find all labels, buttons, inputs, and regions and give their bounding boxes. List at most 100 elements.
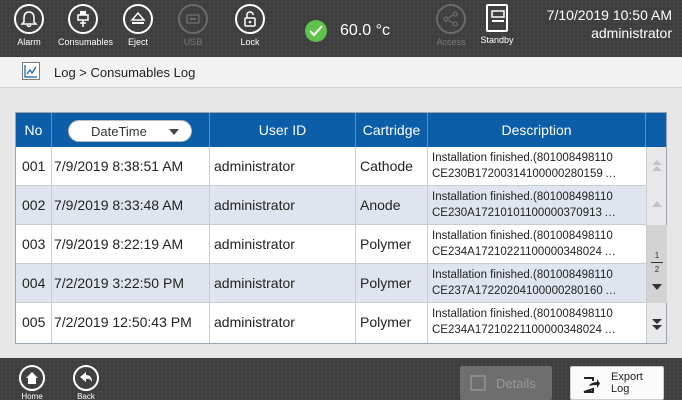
column-header-datetime: DateTime [52, 113, 210, 147]
log-chart-icon [22, 62, 40, 80]
row-description: Installation finished.(801008498110 CE23… [432, 189, 644, 223]
eject-icon [123, 4, 153, 34]
row-cartridge: Polymer [360, 236, 412, 252]
share-icon [436, 4, 466, 34]
scroll-to-top-button[interactable] [647, 147, 667, 186]
scroll-down-button[interactable] [647, 284, 667, 343]
back-label: Back [77, 392, 95, 400]
column-header-no[interactable]: No [16, 113, 52, 147]
export-label-line-2: Log [611, 383, 630, 395]
usb-label: USB [183, 37, 203, 47]
column-divider [355, 147, 356, 343]
details-button[interactable]: Details [460, 366, 552, 400]
page-total: 2 [654, 265, 660, 274]
description-line-2: CE234A17210221100000348024 … [432, 246, 616, 258]
datetime-sort-dropdown[interactable]: DateTime [68, 120, 192, 142]
table-header: No DateTime User ID Cartridge Descriptio… [16, 113, 666, 147]
description-line-1: Installation finished.(801008498110 [432, 230, 613, 242]
table-row[interactable]: 004 7/2/2019 3:22:50 PM administrator Po… [16, 264, 646, 303]
row-description: Installation finished.(801008498110 CE23… [432, 306, 644, 340]
bottom-toolbar: Home Back Details Export Log [0, 358, 682, 400]
row-description: Installation finished.(801008498110 CE23… [432, 150, 644, 184]
export-log-button[interactable]: Export Log [570, 366, 664, 400]
back-arrow-icon [73, 365, 99, 391]
row-user: administrator [214, 236, 295, 252]
bell-icon [14, 4, 44, 34]
row-datetime: 7/9/2019 8:33:48 AM [54, 197, 184, 213]
row-cartridge: Cathode [360, 158, 413, 174]
row-datetime: 7/9/2019 8:22:19 AM [54, 236, 184, 252]
row-user: administrator [214, 314, 295, 330]
scroll-up-button[interactable] [647, 186, 667, 225]
standby-label: Standby [480, 35, 514, 45]
double-chevron-down-icon [652, 319, 662, 330]
home-label: Home [21, 392, 43, 400]
row-user: administrator [214, 197, 295, 213]
table-row[interactable]: 003 7/9/2019 8:22:19 AM administrator Po… [16, 225, 646, 264]
row-datetime: 7/2/2019 12:50:43 PM [54, 314, 192, 330]
temperature-readout: 60.0 °c [340, 22, 390, 39]
row-cartridge: Anode [360, 197, 401, 213]
row-description: Installation finished.(801008498110 CE23… [432, 267, 644, 301]
alarm-button[interactable]: Alarm [4, 4, 54, 54]
row-description: Installation finished.(801008498110 CE23… [432, 228, 644, 262]
lock-label: Lock [240, 37, 260, 47]
row-cartridge: Polymer [360, 275, 412, 291]
column-divider [51, 147, 52, 343]
chevron-down-icon [169, 129, 179, 135]
row-no: 004 [22, 275, 46, 291]
back-button[interactable]: Back [68, 365, 104, 400]
column-divider [209, 147, 210, 343]
chevron-up-icon [652, 201, 662, 207]
row-user: administrator [214, 275, 295, 291]
usb-icon [178, 4, 208, 34]
row-cartridge: Polymer [360, 314, 412, 330]
column-header-user-id[interactable]: User ID [210, 113, 356, 147]
description-line-1: Installation finished.(801008498110 [432, 308, 613, 320]
description-line-1: Installation finished.(801008498110 [432, 191, 613, 203]
access-button[interactable]: Access [426, 4, 476, 54]
description-line-2: CE234A17210221100000348024 … [432, 324, 616, 336]
table-row[interactable]: 001 7/9/2019 8:38:51 AM administrator Ca… [16, 147, 646, 186]
breadcrumb-bar: Log > Consumables Log [0, 57, 682, 88]
row-datetime: 7/9/2019 8:38:51 AM [54, 158, 184, 174]
lock-icon [235, 4, 265, 34]
export-label: Export Log [611, 371, 643, 395]
consumables-icon [68, 4, 98, 34]
row-datetime: 7/2/2019 3:22:50 PM [54, 275, 184, 291]
standby-button[interactable]: Standby [472, 4, 522, 54]
details-icon [470, 375, 486, 391]
current-user: administrator [591, 25, 672, 41]
alarm-label: Alarm [17, 37, 41, 47]
consumables-label: Consumables [58, 37, 114, 47]
table-row[interactable]: 005 7/2/2019 12:50:43 PM administrator P… [16, 303, 646, 342]
chevron-down-icon [652, 284, 662, 290]
column-header-scroll [646, 113, 666, 147]
access-label: Access [436, 37, 466, 47]
export-label-line-1: Export [611, 371, 643, 383]
description-line-1: Installation finished.(801008498110 [432, 269, 613, 281]
usb-button[interactable]: USB [168, 4, 218, 54]
consumables-button[interactable]: Consumables [58, 4, 114, 54]
status-ok-icon [305, 20, 327, 42]
standby-icon [486, 4, 508, 32]
consumables-log-table: No DateTime User ID Cartridge Descriptio… [15, 112, 667, 344]
page-fraction-bar [651, 262, 663, 263]
column-header-cartridge[interactable]: Cartridge [356, 113, 428, 147]
row-no: 001 [22, 158, 46, 174]
details-label: Details [496, 376, 536, 391]
table-row[interactable]: 002 7/9/2019 8:33:48 AM administrator An… [16, 186, 646, 225]
page-current: 1 [654, 251, 660, 260]
home-button[interactable]: Home [14, 365, 50, 400]
breadcrumb: Log > Consumables Log [54, 65, 196, 80]
row-no: 005 [22, 314, 46, 330]
column-divider [427, 147, 428, 343]
row-no: 002 [22, 197, 46, 213]
datetime-sort-label: DateTime [91, 124, 147, 139]
eject-button[interactable]: Eject [113, 4, 163, 54]
lock-button[interactable]: Lock [225, 4, 275, 54]
top-toolbar: Alarm Consumables Eject USB Lock 60.0 °c… [0, 0, 682, 57]
home-icon [19, 365, 45, 391]
column-header-description[interactable]: Description [428, 113, 646, 147]
row-user: administrator [214, 158, 295, 174]
